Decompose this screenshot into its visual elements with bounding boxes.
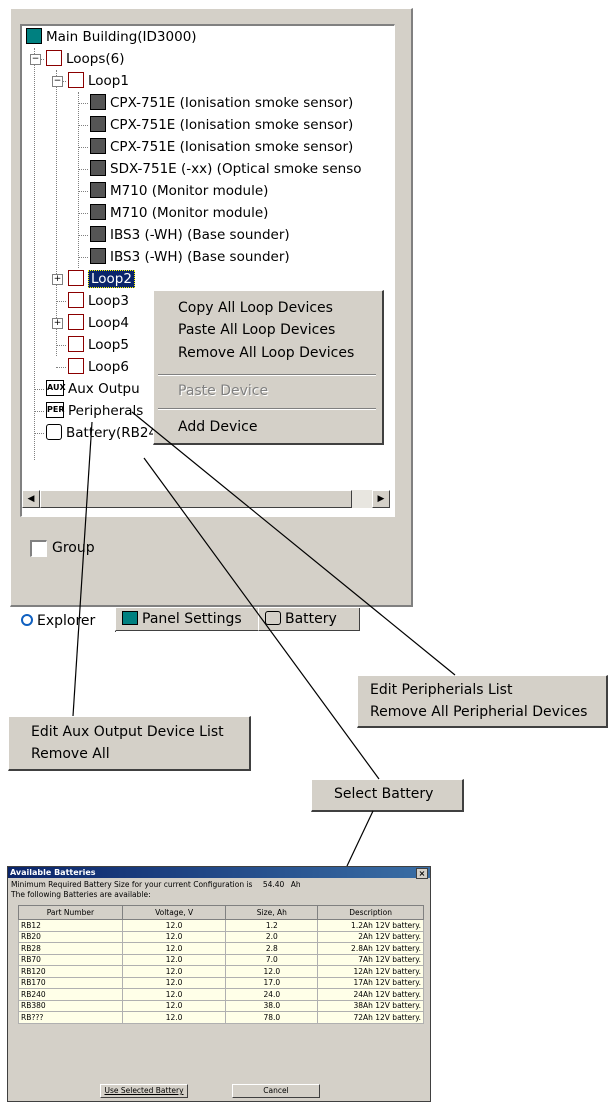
table-cell: RB380 xyxy=(18,999,123,1012)
table-cell: 2.8 xyxy=(225,942,319,955)
table-cell: 7Ah 12V battery. xyxy=(317,953,424,966)
minimum-battery-value: 54.40 xyxy=(262,880,285,889)
callout-line-battery xyxy=(143,457,380,780)
minimum-battery-unit: Ah xyxy=(290,880,301,889)
available-batteries-dialog: Available Batteries × Minimum Required B… xyxy=(7,866,431,1102)
minimum-battery-text: Minimum Required Battery Size for your c… xyxy=(11,880,301,889)
column-header[interactable]: Part Number xyxy=(18,905,123,920)
table-row[interactable]: RB70 12.0 7.0 7Ah 12V battery. xyxy=(18,953,424,966)
table-row[interactable]: RB12 12.0 1.2 1.2Ah 12V battery. xyxy=(18,919,424,932)
table-cell: 24.0 xyxy=(225,988,319,1001)
table-cell: RB120 xyxy=(18,965,123,978)
table-cell: 12.0 xyxy=(121,1011,227,1024)
table-cell: RB??? xyxy=(18,1011,123,1024)
table-cell: 12.0 xyxy=(225,965,319,978)
table-row[interactable]: RB170 12.0 17.0 17Ah 12V battery. xyxy=(18,976,424,989)
table-cell: RB28 xyxy=(18,942,123,955)
table-cell: RB170 xyxy=(18,976,123,989)
dialog-title-text: Available Batteries xyxy=(10,868,96,877)
table-cell: 1.2 xyxy=(225,919,319,932)
table-cell: 12.0 xyxy=(121,953,227,966)
callout-line-dialog xyxy=(346,810,374,867)
column-header[interactable]: Description xyxy=(317,905,424,920)
table-cell: 12.0 xyxy=(121,930,227,943)
table-cell: 12.0 xyxy=(121,976,227,989)
table-cell: 12.0 xyxy=(121,919,227,932)
table-row[interactable]: RB240 12.0 24.0 24Ah 12V battery. xyxy=(18,988,424,1001)
table-cell: RB12 xyxy=(18,919,123,932)
table-row[interactable]: RB??? 12.0 78.0 72Ah 12V battery. xyxy=(18,1011,424,1024)
table-cell: 7.0 xyxy=(225,953,319,966)
table-cell: 72Ah 12V battery. xyxy=(317,1011,424,1024)
table-cell: 12.0 xyxy=(121,965,227,978)
table-cell: 12.0 xyxy=(121,988,227,1001)
table-cell: 1.2Ah 12V battery. xyxy=(317,919,424,932)
battery-table[interactable]: Part Number Voltage, V Size, Ah Descript… xyxy=(18,905,424,1024)
column-header[interactable]: Voltage, V xyxy=(121,905,227,920)
table-cell: 12.0 xyxy=(121,942,227,955)
table-row[interactable]: RB20 12.0 2.0 2Ah 12V battery. xyxy=(18,930,424,943)
dialog-title: Available Batteries × xyxy=(8,867,430,879)
available-batteries-label: The following Batteries are available: xyxy=(11,890,151,899)
column-header[interactable]: Size, Ah xyxy=(225,905,319,920)
table-cell: 2.8Ah 12V battery. xyxy=(317,942,424,955)
table-cell: 12.0 xyxy=(121,999,227,1012)
minimum-battery-label: Minimum Required Battery Size for your c… xyxy=(11,880,253,889)
table-cell: RB20 xyxy=(18,930,123,943)
table-cell: 17.0 xyxy=(225,976,319,989)
table-row[interactable]: RB28 12.0 2.8 2.8Ah 12V battery. xyxy=(18,942,424,955)
callout-line-aux xyxy=(72,421,93,717)
use-selected-battery-button[interactable]: Use Selected Battery xyxy=(100,1084,188,1098)
table-cell: 78.0 xyxy=(225,1011,319,1024)
table-cell: 38.0 xyxy=(225,999,319,1012)
table-cell: RB70 xyxy=(18,953,123,966)
table-row[interactable]: RB380 12.0 38.0 38Ah 12V battery. xyxy=(18,999,424,1012)
cancel-button[interactable]: Cancel xyxy=(232,1084,320,1098)
table-cell: 2Ah 12V battery. xyxy=(317,930,424,943)
table-cell: 17Ah 12V battery. xyxy=(317,976,424,989)
close-icon[interactable]: × xyxy=(416,868,428,879)
table-cell: 24Ah 12V battery. xyxy=(317,988,424,1001)
table-cell: 38Ah 12V battery. xyxy=(317,999,424,1012)
table-row[interactable]: RB120 12.0 12.0 12Ah 12V battery. xyxy=(18,965,424,978)
table-cell: 12Ah 12V battery. xyxy=(317,965,424,978)
callout-line-peripherals xyxy=(131,411,456,676)
table-cell: 2.0 xyxy=(225,930,319,943)
table-cell: RB240 xyxy=(18,988,123,1001)
